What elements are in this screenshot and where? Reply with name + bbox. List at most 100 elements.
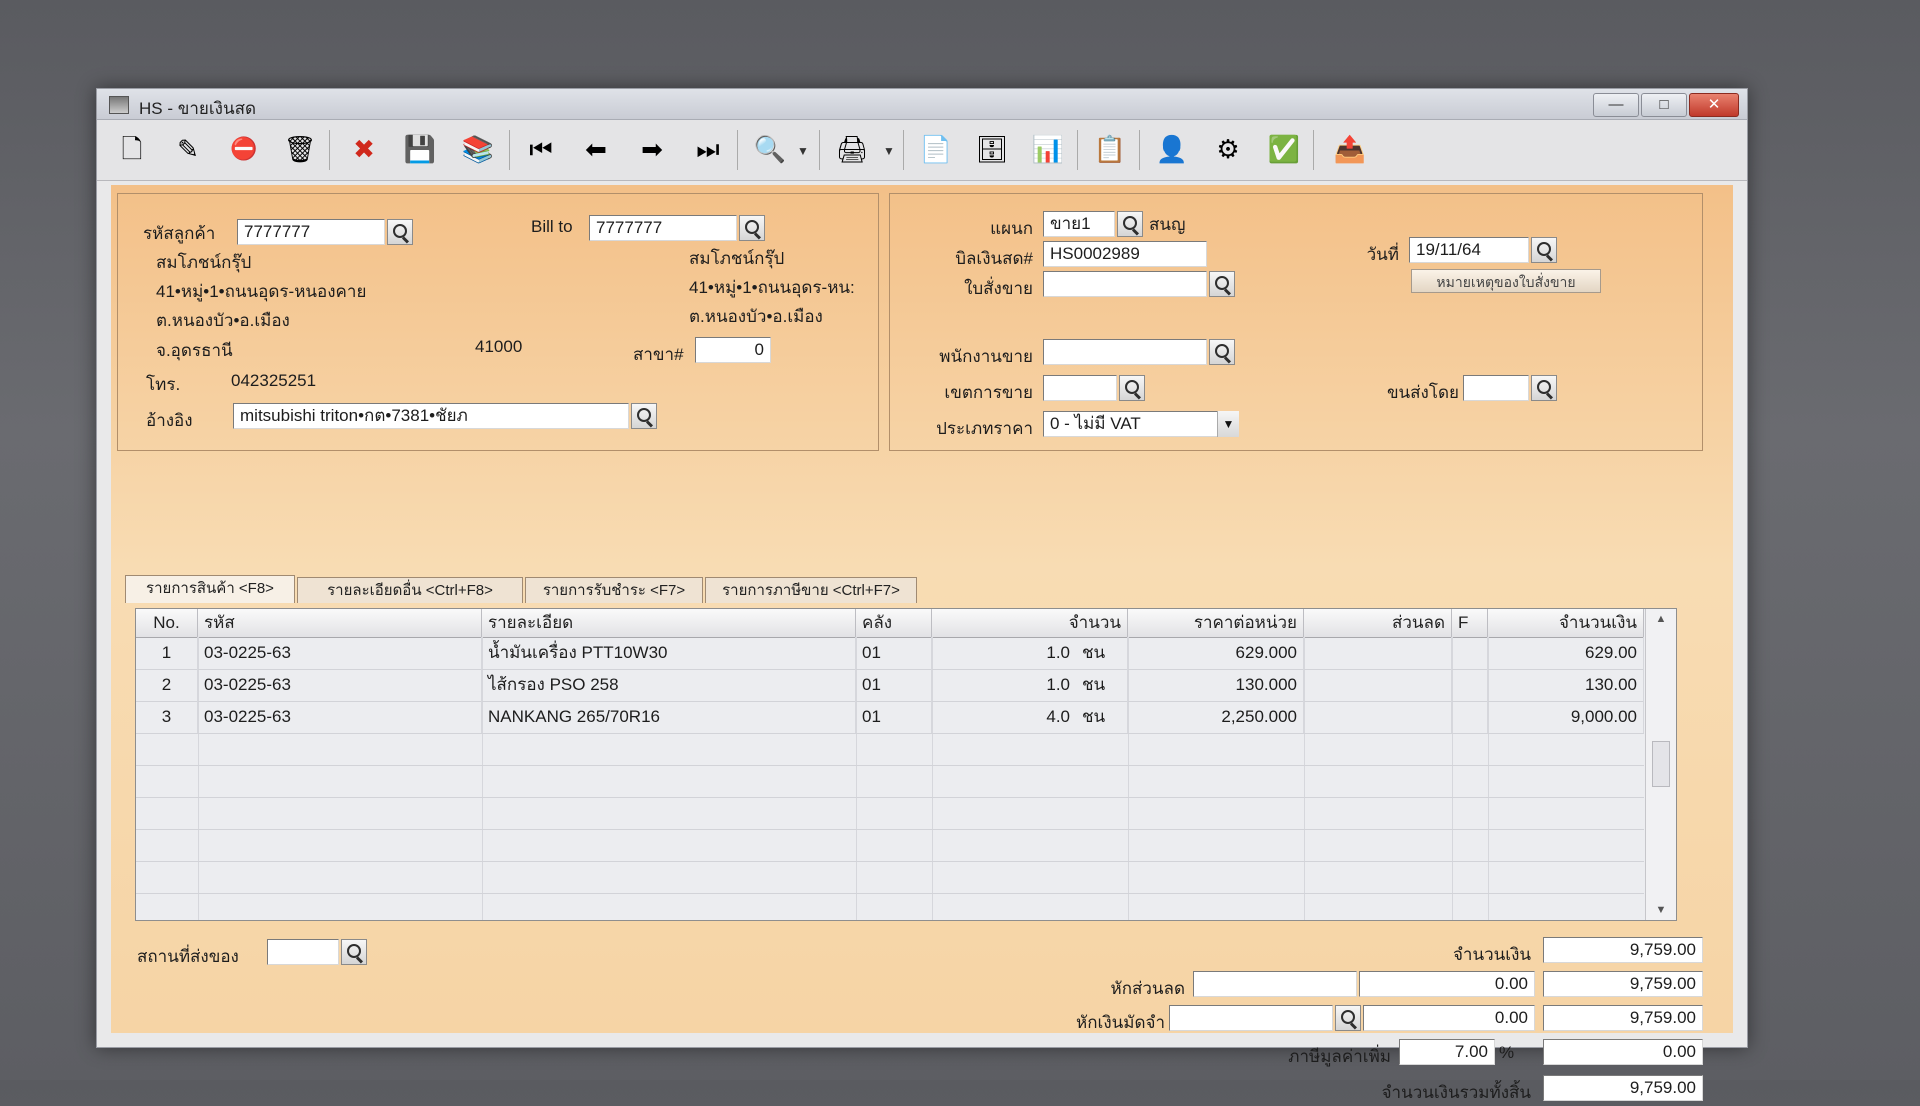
- find-dropdown-icon[interactable]: ▼: [797, 144, 809, 158]
- customer-code-input[interactable]: 7777777: [237, 219, 385, 245]
- last-record-icon[interactable]: ⏭: [689, 130, 727, 168]
- department-search-icon[interactable]: [1117, 211, 1143, 237]
- scroll-down-icon[interactable]: ▼: [1646, 900, 1676, 920]
- customer-search-icon[interactable]: [387, 219, 413, 245]
- row-warehouse: 01: [856, 669, 932, 701]
- deposit-label: หักเงินมัดจำ: [1076, 1013, 1165, 1032]
- bill-no-input[interactable]: HS0002989: [1043, 241, 1207, 267]
- vat-label: ภาษีมูลค่าเพิ่ม: [1288, 1047, 1391, 1066]
- ok-icon[interactable]: ✅: [1265, 130, 1303, 168]
- col-amount[interactable]: จำนวนเงิน: [1488, 609, 1644, 637]
- maximize-button[interactable]: □: [1641, 93, 1687, 117]
- col-no[interactable]: No.: [136, 609, 198, 637]
- deposit-input[interactable]: [1169, 1005, 1333, 1031]
- first-record-icon[interactable]: ⏮: [522, 130, 560, 168]
- edit-document-icon[interactable]: ✎: [169, 130, 207, 168]
- table-row[interactable]: 1 03-0225-63 น้ำมันเครื่อง PTT10W30 01 1…: [136, 637, 1644, 670]
- department-input[interactable]: ขาย1: [1043, 211, 1115, 237]
- scroll-thumb[interactable]: [1652, 741, 1670, 787]
- tab-items[interactable]: รายการสินค้า <F8>: [125, 575, 295, 603]
- table-row[interactable]: [136, 797, 1644, 830]
- customer-address2: ต.หนองบัว•อ.เมือง: [156, 311, 290, 330]
- trash-icon[interactable]: 🗑: [281, 130, 319, 168]
- tab-payments[interactable]: รายการรับชำระ <F7>: [525, 577, 703, 603]
- table-row[interactable]: 2 03-0225-63 ไส้กรอง PSO 258 01 1.0 ชน 1…: [136, 669, 1644, 702]
- bill-to-search-icon[interactable]: [739, 215, 765, 241]
- order-input[interactable]: [1043, 271, 1207, 297]
- close-button[interactable]: ✕: [1689, 93, 1739, 117]
- price-type-select[interactable]: 0 - ไม่มี VAT: [1043, 411, 1239, 437]
- reference-search-icon[interactable]: [631, 403, 657, 429]
- col-warehouse[interactable]: คลัง: [856, 609, 932, 637]
- bill-to-input[interactable]: 7777777: [589, 215, 737, 241]
- row-discount: [1304, 701, 1452, 733]
- print-dropdown-icon[interactable]: ▼: [883, 144, 895, 158]
- scroll-up-icon[interactable]: ▲: [1646, 609, 1676, 629]
- table-row[interactable]: [136, 733, 1644, 766]
- return-icon[interactable]: 📋: [1091, 130, 1129, 168]
- date-input[interactable]: 19/11/64: [1409, 237, 1529, 263]
- table-row[interactable]: [136, 861, 1644, 894]
- row-description: ไส้กรอง PSO 258: [482, 669, 856, 701]
- tools-icon[interactable]: ⚙: [1209, 130, 1247, 168]
- row-no: 2: [136, 669, 198, 701]
- amount-label: จำนวนเงิน: [1452, 945, 1531, 964]
- sales-area-search-icon[interactable]: [1119, 375, 1145, 401]
- deposit-search-icon[interactable]: [1335, 1005, 1361, 1031]
- new-document-icon[interactable]: 🗋: [113, 130, 151, 168]
- stack-icon[interactable]: 📚: [459, 130, 497, 168]
- print-icon[interactable]: 🖨: [833, 130, 871, 168]
- exit-icon[interactable]: 📤: [1331, 130, 1369, 168]
- title-bar[interactable]: HS - ขายเงินสด — □ ✕: [97, 89, 1747, 120]
- col-code[interactable]: รหัส: [198, 609, 482, 637]
- salesman-input[interactable]: [1043, 339, 1207, 365]
- reference-label: อ้างอิง: [146, 411, 193, 430]
- row-code: 03-0225-63: [198, 701, 482, 733]
- find-icon[interactable]: 🔍: [751, 130, 789, 168]
- so-icon[interactable]: 📊: [1029, 130, 1067, 168]
- delivery-place-search-icon[interactable]: [341, 939, 367, 965]
- col-description[interactable]: รายละเอียด: [482, 609, 856, 637]
- save-icon[interactable]: 💾: [401, 130, 439, 168]
- delivery-place-input[interactable]: [267, 939, 339, 965]
- col-discount[interactable]: ส่วนลด: [1304, 609, 1452, 637]
- table-row[interactable]: [136, 765, 1644, 798]
- minimize-button[interactable]: —: [1593, 93, 1639, 117]
- after-deposit-value: 9,759.00: [1543, 1005, 1703, 1031]
- table-row[interactable]: [136, 829, 1644, 862]
- chevron-down-icon[interactable]: ▼: [1217, 411, 1239, 437]
- customer-phone: 042325251: [231, 371, 317, 390]
- date-search-icon[interactable]: [1531, 237, 1557, 263]
- tab-sales-tax[interactable]: รายการภาษีขาย <Ctrl+F7>: [705, 577, 917, 603]
- col-quantity[interactable]: จำนวน: [932, 609, 1128, 637]
- sales-area-input[interactable]: [1043, 375, 1117, 401]
- ship-by-label: ขนส่งโดย: [1386, 383, 1459, 402]
- register-icon[interactable]: 🗄: [973, 130, 1011, 168]
- cancel-icon[interactable]: ✖: [345, 130, 383, 168]
- col-flag[interactable]: F: [1452, 609, 1488, 637]
- approve-user-icon[interactable]: 👤: [1153, 130, 1191, 168]
- ship-by-input[interactable]: [1463, 375, 1529, 401]
- discount-input[interactable]: [1193, 971, 1357, 997]
- order-search-icon[interactable]: [1209, 271, 1235, 297]
- row-quantity: 1.0: [1046, 643, 1070, 662]
- reference-input[interactable]: mitsubishi triton•กต•7381•ชัยภ: [233, 403, 629, 429]
- phone-label: โทร.: [146, 375, 181, 394]
- void-document-icon[interactable]: ⛔: [225, 130, 263, 168]
- next-record-icon[interactable]: ➡: [633, 130, 671, 168]
- vat-rate-input[interactable]: 7.00: [1399, 1039, 1495, 1065]
- bill-to-address2: ต.หนองบัว•อ.เมือง: [689, 307, 823, 326]
- branch-input[interactable]: 0: [695, 337, 771, 363]
- table-row[interactable]: 3 03-0225-63 NANKANG 265/70R16 01 4.0 ชน…: [136, 701, 1644, 734]
- ship-by-search-icon[interactable]: [1531, 375, 1557, 401]
- note-icon[interactable]: 📄: [917, 130, 955, 168]
- previous-record-icon[interactable]: ⬅: [577, 130, 615, 168]
- col-unit-price[interactable]: ราคาต่อหน่วย: [1128, 609, 1304, 637]
- tab-other-details[interactable]: รายละเอียดอื่น <Ctrl+F8>: [297, 577, 523, 603]
- grid-scrollbar[interactable]: ▲ ▼: [1645, 609, 1676, 920]
- salesman-search-icon[interactable]: [1209, 339, 1235, 365]
- app-icon: [109, 96, 129, 114]
- order-note-button[interactable]: หมายเหตุของใบสั่งขาย: [1411, 269, 1601, 293]
- row-unit-price: 2,250.000: [1128, 701, 1304, 733]
- customer-code-label: รหัสลูกค้า: [143, 224, 216, 243]
